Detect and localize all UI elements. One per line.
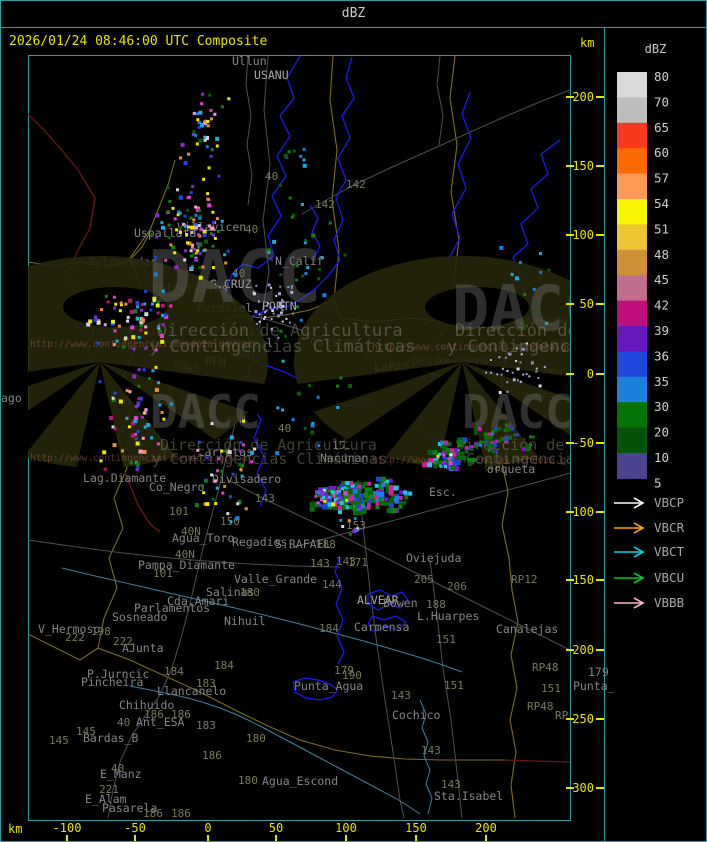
title-bar: dBZ bbox=[0, 0, 707, 28]
radar-composite-app: dBZ 2026/01/24 08:46:00 UTC Composite km… bbox=[0, 0, 707, 842]
y-axis-unit-label: km bbox=[580, 36, 595, 50]
page-title: dBZ bbox=[341, 6, 366, 21]
map-border bbox=[28, 55, 571, 821]
x-axis-unit-label: km bbox=[8, 822, 23, 836]
colorbar-title: dBZ bbox=[644, 42, 667, 56]
timestamp-label: 2026/01/24 08:46:00 UTC Composite bbox=[9, 34, 268, 49]
panel-divider bbox=[604, 27, 605, 842]
